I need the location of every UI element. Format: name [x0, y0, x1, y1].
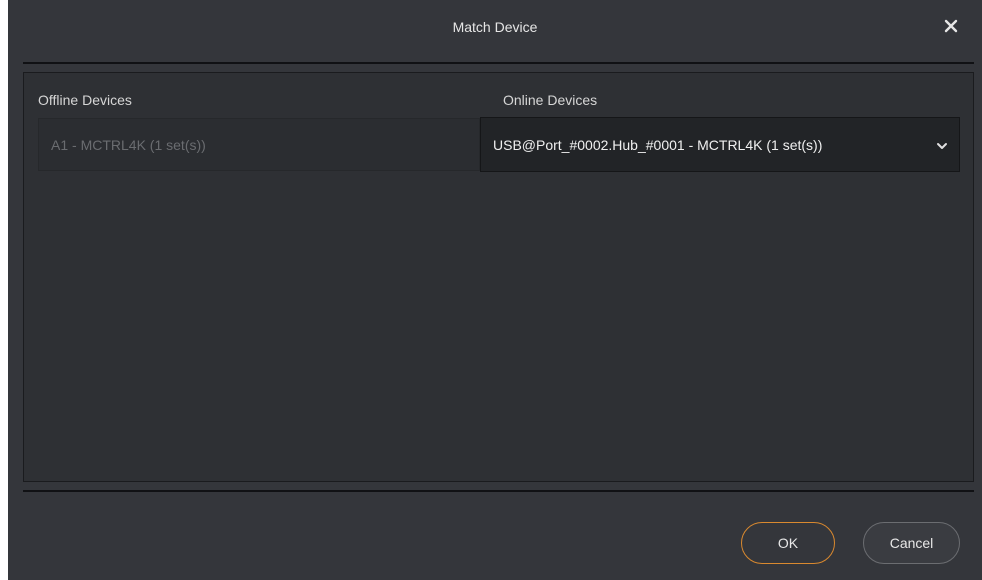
match-device-dialog: Match Device Offline Devices Online Devi… — [8, 0, 982, 580]
chevron-down-icon — [936, 139, 948, 151]
cancel-button[interactable]: Cancel — [863, 522, 960, 564]
dialog-title: Match Device — [452, 19, 538, 35]
offline-device-field: A1 - MCTRL4K (1 set(s)) — [38, 118, 480, 171]
online-devices-label: Online Devices — [503, 92, 598, 108]
online-device-select[interactable]: USB@Port_#0002.Hub_#0001 - MCTRL4K (1 se… — [480, 117, 960, 172]
online-device-selected-value: USB@Port_#0002.Hub_#0001 - MCTRL4K (1 se… — [493, 137, 823, 153]
bottom-divider — [23, 490, 974, 492]
device-match-panel: Offline Devices Online Devices A1 - MCTR… — [23, 72, 974, 482]
top-divider — [23, 62, 974, 64]
offline-devices-label: Offline Devices — [38, 92, 132, 108]
close-icon[interactable] — [942, 17, 960, 35]
offline-device-value: A1 - MCTRL4K (1 set(s)) — [51, 137, 206, 153]
ok-button[interactable]: OK — [741, 522, 835, 564]
title-bar: Match Device — [8, 0, 982, 62]
